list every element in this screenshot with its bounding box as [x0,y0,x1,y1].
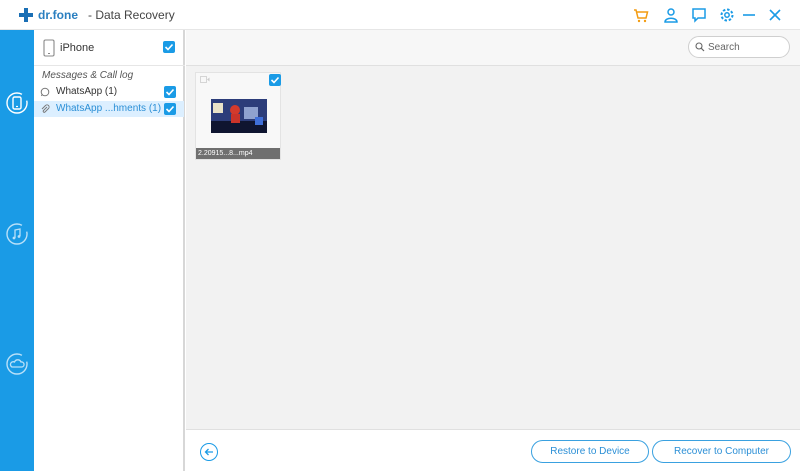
recover-to-computer-button[interactable]: Recover to Computer [652,440,791,463]
itunes-recovery-icon[interactable] [4,221,30,247]
content-toolbar [186,30,800,66]
tree-item-label: WhatsApp (1) [56,86,118,97]
whatsapp-icon [40,87,50,97]
drfone-logo-icon [19,8,33,22]
cart-icon[interactable] [632,6,650,24]
tree-item-label: WhatsApp ...hments (1) [56,103,162,114]
brand-name: dr.fone [38,8,79,22]
arrow-left-icon [204,448,213,456]
close-icon[interactable] [766,6,784,24]
file-grid: 2.20915...8...mp4 [186,66,800,429]
whatsapp-checkbox[interactable] [164,86,176,98]
search-box[interactable] [688,36,790,58]
tree-item-whatsapp[interactable]: WhatsApp (1) [34,84,184,100]
search-icon [695,42,705,52]
attachments-checkbox[interactable] [164,103,176,115]
minimize-icon[interactable] [740,6,758,24]
title-bar: dr.fone - Data Recovery [0,0,800,30]
search-input[interactable] [708,40,786,54]
feedback-icon[interactable] [690,6,708,24]
app-title: - Data Recovery [88,8,175,22]
file-thumbnail[interactable]: 2.20915...8...mp4 [195,72,281,160]
video-icon [200,76,210,83]
phone-icon [43,39,55,57]
attachment-icon [41,104,50,113]
user-icon[interactable] [662,6,680,24]
back-button[interactable] [200,443,218,461]
file-checkbox[interactable] [269,74,281,86]
video-preview [211,99,267,133]
settings-icon[interactable] [718,6,736,24]
file-name: 2.20915...8...mp4 [196,148,280,159]
device-checkbox[interactable] [163,41,175,53]
restore-to-device-button[interactable]: Restore to Device [531,440,649,463]
mode-sidebar [0,30,34,471]
device-row[interactable]: iPhone [34,36,185,66]
icloud-recovery-icon[interactable] [4,351,30,377]
section-label: Messages & Call log [42,70,134,81]
device-recovery-icon[interactable] [4,90,30,116]
device-name: iPhone [60,42,95,54]
footer-bar: Restore to Device Recover to Computer [186,429,800,471]
tree-item-whatsapp-attachments[interactable]: WhatsApp ...hments (1) [34,101,184,117]
category-tree: iPhone Messages & Call log WhatsApp (1) … [34,30,185,471]
